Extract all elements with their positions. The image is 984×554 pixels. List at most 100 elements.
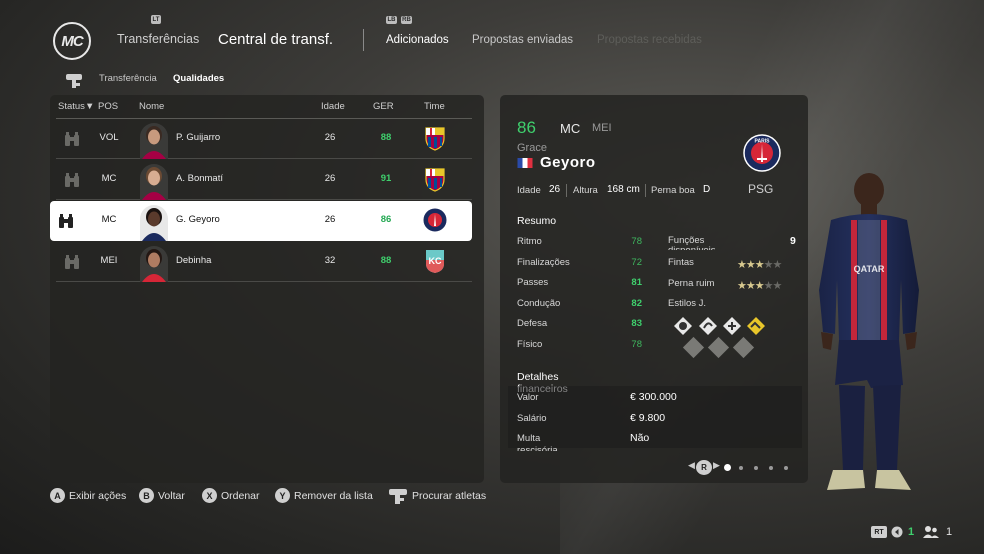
a-button-hint: A <box>50 488 65 503</box>
career-mode-logo: MC <box>53 22 91 60</box>
subtab-qualities[interactable]: Qualidades <box>173 73 224 84</box>
barcelona-crest-icon <box>422 125 448 151</box>
star-filled-icon: ★ <box>737 259 747 271</box>
star-filled-icon: ★ <box>745 259 756 271</box>
player-avatar <box>140 164 168 200</box>
star-filled-icon: ★ <box>754 280 765 292</box>
player-row[interactable]: VOL P. Guijarro 26 88 <box>56 119 472 159</box>
pager-dot[interactable] <box>769 466 773 470</box>
pager-dot[interactable] <box>724 464 731 471</box>
player-avatar <box>140 246 168 282</box>
scouting-binoculars-icon <box>64 131 80 147</box>
tab-received-offers: Propostas recebidas <box>597 34 702 46</box>
column-pos[interactable]: POS <box>98 101 118 112</box>
row-ovr: 88 <box>380 255 392 266</box>
row-position: MEI <box>100 255 118 266</box>
r-button-hint[interactable]: R <box>696 460 712 475</box>
psg-crest-icon: PARIS <box>743 134 781 172</box>
pager-dot[interactable] <box>754 466 758 470</box>
footer-action-label[interactable]: Ordenar <box>221 490 260 502</box>
rt-button-hint: RT <box>871 526 887 538</box>
count-right: 1 <box>946 526 953 538</box>
height-value: 168 cm <box>607 184 640 195</box>
footer-action-label[interactable]: Procurar atletas <box>412 490 486 502</box>
tab-sent-offers[interactable]: Propostas enviadas <box>472 34 573 46</box>
financial-section: Detalhes financeiros Valor € 300.000 Sal… <box>508 365 802 451</box>
star-filled-icon: ★ <box>745 280 756 292</box>
france-flag-icon <box>517 158 533 168</box>
nav-transfers[interactable]: Transferências <box>117 32 199 46</box>
row-player-name: A. Bonmatí <box>176 173 223 184</box>
player-alt-position: MEI <box>592 122 612 134</box>
scouting-binoculars-icon <box>64 172 80 188</box>
playstyles-label: Estilos J. <box>668 298 707 309</box>
footer-action-label[interactable]: Exibir ações <box>69 490 126 502</box>
star-empty-icon: ★ <box>772 259 783 271</box>
tab-added[interactable]: Adicionados <box>386 34 449 46</box>
column-team[interactable]: Time <box>424 101 445 112</box>
row-player-name: P. Guijarro <box>176 132 221 143</box>
star-filled-icon: ★ <box>737 280 747 292</box>
controller-left-icon <box>891 526 903 538</box>
player-row[interactable]: MEI Debinha 32 88 KC <box>56 242 472 282</box>
kc-crest-icon: KC <box>422 248 448 274</box>
svg-text:KC: KC <box>429 256 442 266</box>
footer-action-label[interactable]: Voltar <box>158 490 185 502</box>
release-clause-label: Multa rescisória <box>517 433 558 451</box>
stat-value: 78 <box>631 338 642 350</box>
stat-value: 72 <box>631 256 642 268</box>
lt-button-hint: LT <box>151 15 161 24</box>
foot-value: D <box>703 184 711 195</box>
playstyle-anticipate-icon[interactable] <box>698 316 718 336</box>
foot-label: Perna boa <box>651 185 695 196</box>
playstyle-intercept-icon[interactable] <box>673 316 693 336</box>
stat-value: 81 <box>631 277 642 288</box>
star-empty-icon: ★ <box>772 280 783 292</box>
row-position: MC <box>101 214 117 225</box>
scouting-binoculars-icon <box>58 213 74 229</box>
users-icon <box>923 526 939 538</box>
row-position: MC <box>101 173 117 184</box>
header-divider <box>363 29 364 51</box>
column-name[interactable]: Nome <box>139 101 164 112</box>
footer-action-label[interactable]: Remover da lista <box>294 490 373 502</box>
rb-button-hint: RB <box>401 16 412 24</box>
x-button-hint: X <box>202 488 217 503</box>
stat-value: 78 <box>631 236 642 247</box>
value-amount: € 300.000 <box>630 391 677 403</box>
player-first-name: Grace <box>517 142 547 154</box>
player-row[interactable]: MC G. Geyoro 26 86 <box>50 201 472 241</box>
row-ovr: 86 <box>380 214 392 225</box>
player-model: QATAR <box>819 173 919 490</box>
count-left: 1 <box>908 526 915 538</box>
row-age: 26 <box>324 132 336 143</box>
wage-amount: € 9.800 <box>630 412 666 424</box>
column-ovr[interactable]: GER <box>373 101 394 112</box>
functions-value: 9 <box>790 235 796 247</box>
weak-foot-label: Perna ruim <box>668 278 715 289</box>
pager-right-arrow[interactable]: ▶ <box>713 460 720 471</box>
player-avatar <box>140 205 168 241</box>
column-age[interactable]: Idade <box>321 101 345 112</box>
skill-moves-label: Fintas <box>668 257 694 268</box>
row-player-name: Debinha <box>176 255 212 266</box>
row-position: VOL <box>99 132 119 143</box>
svg-text:QATAR: QATAR <box>854 264 885 274</box>
pager-dot[interactable] <box>739 466 743 470</box>
stat-label: Físico <box>517 338 543 350</box>
subtab-transfer[interactable]: Transferência <box>99 73 157 84</box>
star-empty-icon: ★ <box>763 259 774 271</box>
divider <box>645 184 646 197</box>
stat-label: Finalizações <box>517 256 570 268</box>
pager-dot[interactable] <box>784 466 788 470</box>
column-status[interactable]: Status▼ <box>58 101 94 112</box>
row-ovr: 91 <box>380 173 392 184</box>
playstyle-plus-icon[interactable] <box>746 316 766 336</box>
star-filled-icon: ★ <box>754 259 765 271</box>
stat-label: Passes <box>517 277 549 288</box>
pager-left-arrow[interactable]: ◀ <box>688 460 695 471</box>
page-title: Central de transf. <box>218 31 334 48</box>
player-row[interactable]: MC A. Bonmatí 26 91 <box>56 160 472 200</box>
playstyle-tiki-taka-icon[interactable] <box>722 316 742 336</box>
b-button-hint: B <box>139 488 154 503</box>
